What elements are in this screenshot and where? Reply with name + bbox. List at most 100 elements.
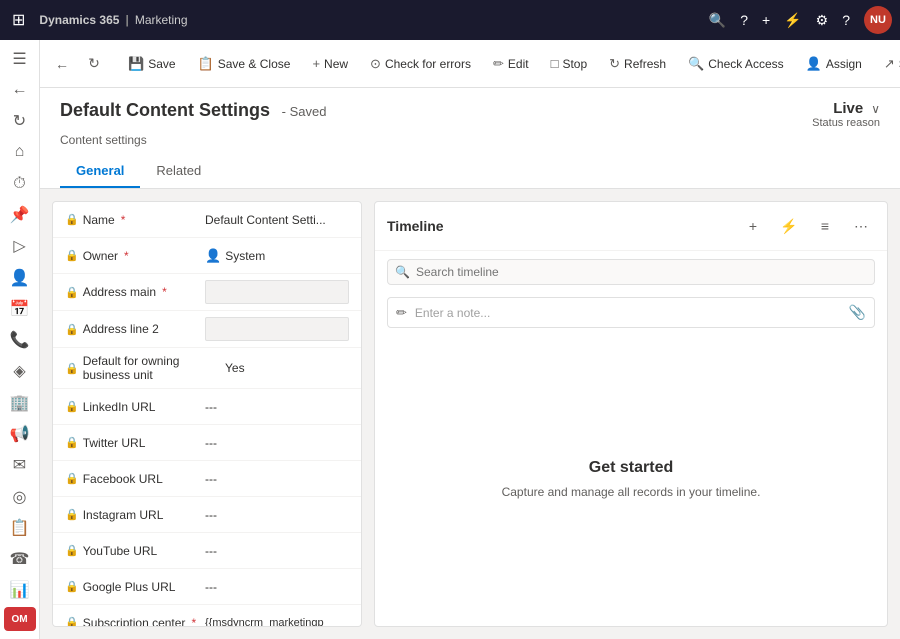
sidebar-item-refresh[interactable]: ↻ xyxy=(2,107,38,136)
lock-icon-owner: 🔒 xyxy=(65,249,79,262)
sidebar-item-recent[interactable]: ⏱ xyxy=(2,169,38,198)
sidebar-item-menu[interactable]: ☰ xyxy=(2,44,38,73)
note-placeholder[interactable]: Enter a note... xyxy=(415,306,841,320)
sidebar-item-accounts[interactable]: 🏢 xyxy=(2,388,38,417)
sidebar-item-campaigns[interactable]: 📢 xyxy=(2,419,38,448)
new-button[interactable]: + New xyxy=(302,50,358,77)
check-errors-icon: ⊙ xyxy=(370,56,381,72)
tab-related[interactable]: Related xyxy=(140,155,217,188)
forward-button[interactable]: ↻ xyxy=(80,50,108,78)
check-errors-button[interactable]: ⊙ Check for errors xyxy=(360,50,481,78)
timeline-more-icon[interactable]: ⋯ xyxy=(847,212,875,240)
status-box[interactable]: Live ∨ Status reason xyxy=(812,100,880,129)
lock-icon: 🔒 xyxy=(65,213,79,226)
refresh-icon: ↻ xyxy=(609,56,620,72)
youtube-value[interactable]: --- xyxy=(205,544,349,558)
filter-icon[interactable]: ⚡ xyxy=(784,12,801,29)
sidebar-item-phone[interactable]: 📞 xyxy=(2,326,38,355)
share-button[interactable]: ↗ Share xyxy=(874,50,900,78)
stop-icon: □ xyxy=(551,56,559,71)
default-owning-value[interactable]: Yes xyxy=(225,361,349,375)
person-icon: 👤 xyxy=(205,248,221,264)
top-navigation: ⊞ Dynamics 365 | Marketing 🔍 ? + ⚡ ⚙ ? N… xyxy=(0,0,900,40)
sidebar-item-home[interactable]: ⌂ xyxy=(2,138,38,167)
field-youtube: 🔒 YouTube URL --- xyxy=(53,533,361,569)
edit-button[interactable]: ✏ Edit xyxy=(483,50,539,78)
check-access-button[interactable]: 🔍 Check Access xyxy=(678,50,794,78)
assign-button[interactable]: 👤 Assign xyxy=(796,50,872,78)
sidebar-item-om[interactable]: OM xyxy=(4,607,36,631)
assign-icon: 👤 xyxy=(806,56,822,72)
form-header: Default Content Settings - Saved Live ∨ … xyxy=(40,88,900,189)
search-icon: 🔍 xyxy=(395,265,410,279)
save-icon: 💾 xyxy=(128,56,144,72)
sidebar-item-back[interactable]: ← xyxy=(2,75,38,104)
field-linkedin: 🔒 LinkedIn URL --- xyxy=(53,389,361,425)
address-line2-value[interactable] xyxy=(205,317,349,341)
timeline-add-icon[interactable]: + xyxy=(739,212,767,240)
sidebar-item-leads[interactable]: ◈ xyxy=(2,357,38,386)
field-twitter: 🔒 Twitter URL --- xyxy=(53,425,361,461)
lock-icon-fb: 🔒 xyxy=(65,472,79,485)
save-button[interactable]: 💾 Save xyxy=(118,50,186,78)
address-main-value[interactable] xyxy=(205,280,349,304)
save-close-icon: 📋 xyxy=(198,56,214,72)
chevron-down-icon: ∨ xyxy=(871,102,880,116)
sidebar-item-pinned[interactable]: 📌 xyxy=(2,200,38,229)
form-title-group: Default Content Settings - Saved xyxy=(60,100,326,121)
sidebar-item-calendar[interactable]: 📅 xyxy=(2,294,38,323)
sidebar-item-play[interactable]: ▷ xyxy=(2,232,38,261)
owner-value[interactable]: 👤 System xyxy=(205,248,349,264)
form-body: 🔒 Name * Default Content Setti... 🔒 Owne… xyxy=(40,189,900,639)
field-facebook: 🔒 Facebook URL --- xyxy=(53,461,361,497)
field-owner: 🔒 Owner * 👤 System xyxy=(53,238,361,274)
paperclip-icon[interactable]: 📎 xyxy=(849,304,866,321)
edit-icon: ✏ xyxy=(493,56,504,72)
twitter-value[interactable]: --- xyxy=(205,436,349,450)
app-name: Dynamics 365 xyxy=(39,13,119,27)
question-icon[interactable]: ? xyxy=(740,12,748,28)
sidebar-item-docs[interactable]: 📋 xyxy=(2,513,38,542)
sidebar-item-data[interactable]: 📊 xyxy=(2,576,38,605)
googleplus-value[interactable]: --- xyxy=(205,580,349,594)
sidebar-item-circle[interactable]: ◎ xyxy=(2,482,38,511)
sidebar-item-phone2[interactable]: ☎ xyxy=(2,545,38,574)
avatar[interactable]: NU xyxy=(864,6,892,34)
field-subscription: 🔒 Subscription center * {{msdyncrm_marke… xyxy=(53,605,361,627)
tab-general[interactable]: General xyxy=(60,155,140,188)
sidebar: ☰ ← ↻ ⌂ ⏱ 📌 ▷ 👤 📅 📞 ◈ 🏢 📢 ✉ ◎ 📋 ☎ 📊 OM xyxy=(0,40,40,639)
name-value[interactable]: Default Content Setti... xyxy=(205,213,349,227)
sidebar-item-contacts[interactable]: 👤 xyxy=(2,263,38,292)
timeline-empty: Get started Capture and manage all recor… xyxy=(375,332,887,626)
search-icon[interactable]: 🔍 xyxy=(709,12,726,29)
help-icon[interactable]: ? xyxy=(842,12,850,28)
facebook-value[interactable]: --- xyxy=(205,472,349,486)
timeline-title: Timeline xyxy=(387,218,739,234)
timeline-note: ✏ Enter a note... 📎 xyxy=(387,297,875,328)
linkedin-value[interactable]: --- xyxy=(205,400,349,414)
instagram-value[interactable]: --- xyxy=(205,508,349,522)
timeline-sort-icon[interactable]: ≡ xyxy=(811,212,839,240)
waffle-icon[interactable]: ⊞ xyxy=(8,6,29,34)
timeline-filter-icon[interactable]: ⚡ xyxy=(775,212,803,240)
field-address-line2: 🔒 Address line 2 xyxy=(53,311,361,348)
save-close-button[interactable]: 📋 Save & Close xyxy=(188,50,301,78)
timeline-header: Timeline + ⚡ ≡ ⋯ xyxy=(375,202,887,251)
add-icon[interactable]: + xyxy=(762,12,770,28)
gear-icon[interactable]: ⚙ xyxy=(816,12,829,29)
status-reason: Status reason xyxy=(812,117,880,129)
sidebar-item-email[interactable]: ✉ xyxy=(2,451,38,480)
check-access-icon: 🔍 xyxy=(688,56,704,72)
lock-icon-tw: 🔒 xyxy=(65,436,79,449)
stop-button[interactable]: □ Stop xyxy=(541,50,598,77)
lock-icon-sub: 🔒 xyxy=(65,616,79,627)
lock-icon-addr2: 🔒 xyxy=(65,323,79,336)
status-label: Live xyxy=(833,100,863,117)
lock-icon-gp: 🔒 xyxy=(65,580,79,593)
lock-icon-default: 🔒 xyxy=(65,362,79,375)
brand: Dynamics 365 | Marketing xyxy=(39,13,187,27)
timeline-search-input[interactable] xyxy=(387,259,875,285)
refresh-button[interactable]: ↻ Refresh xyxy=(599,50,676,78)
back-button[interactable]: ← xyxy=(48,50,76,78)
subscription-value[interactable]: {{msdyncrm_marketingp xyxy=(205,617,349,628)
